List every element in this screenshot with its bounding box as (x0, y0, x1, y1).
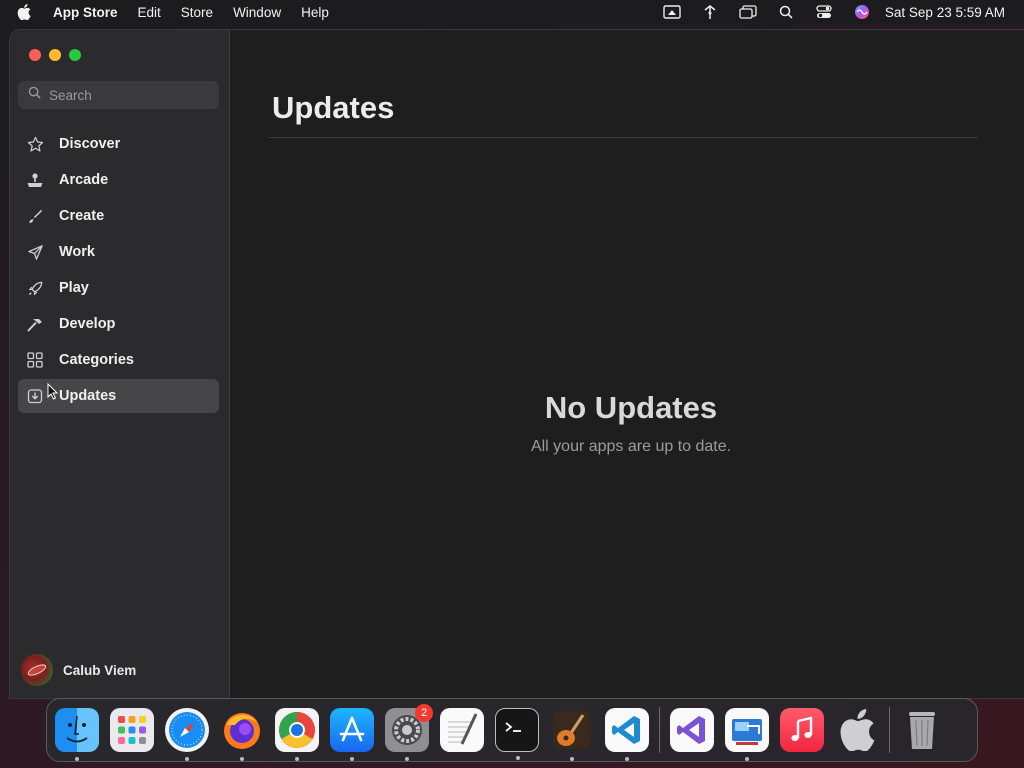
guitar-icon (553, 711, 591, 749)
hammer-icon (26, 315, 44, 333)
sidebar-item-label: Categories (59, 352, 134, 368)
close-button[interactable] (29, 49, 41, 61)
dock-textedit[interactable] (440, 708, 484, 752)
network-icon[interactable] (701, 4, 719, 20)
brush-icon (26, 207, 44, 225)
terminal-icon (505, 722, 521, 732)
dock-launchpad[interactable] (110, 708, 154, 752)
download-icon (26, 387, 44, 405)
apple-menu-icon[interactable] (17, 4, 37, 20)
sidebar-item-develop[interactable]: Develop (18, 307, 219, 341)
sidebar-item-label: Develop (59, 316, 116, 332)
visual-studio-icon (677, 716, 705, 744)
menu-help[interactable]: Help (301, 5, 329, 20)
music-icon (791, 716, 813, 741)
notification-badge: 2 (415, 704, 433, 722)
sidebar-item-arcade[interactable]: Arcade (18, 163, 219, 197)
dock-apple-support[interactable] (835, 708, 879, 752)
dock-app-store[interactable] (330, 708, 374, 761)
trash-icon (909, 712, 935, 749)
sidebar-nav: Discover Arcade Create Work Play Develop… (18, 127, 219, 415)
sidebar-item-categories[interactable]: Categories (18, 343, 219, 377)
menubar-clock[interactable]: Sat Sep 23 5:59 AM (885, 5, 1005, 20)
window-controls (29, 49, 81, 61)
spotlight-search-icon[interactable] (777, 4, 795, 20)
dock-remote-desktop[interactable] (725, 708, 769, 761)
search-input[interactable] (49, 87, 209, 103)
sidebar-item-label: Discover (59, 136, 121, 152)
status-area: Sat Sep 23 5:59 AM (643, 0, 1024, 24)
title-divider (268, 137, 978, 138)
star-icon (26, 135, 44, 153)
safari-icon (169, 712, 205, 748)
launchpad-icon (118, 716, 146, 744)
sidebar-item-label: Updates (59, 388, 117, 404)
zoom-button[interactable] (69, 49, 81, 61)
sidebar-item-play[interactable]: Play (18, 271, 219, 305)
user-name[interactable]: Calub Viem (63, 663, 136, 678)
menu-window[interactable]: Window (233, 5, 281, 20)
dock-vscode[interactable] (605, 708, 649, 761)
grid-icon (26, 351, 44, 369)
search-field[interactable] (18, 81, 219, 109)
dock-chrome[interactable] (275, 708, 319, 761)
textedit-icon (448, 713, 478, 745)
sidebar-item-work[interactable]: Work (18, 235, 219, 269)
dock-garageband[interactable] (550, 708, 594, 761)
dock-terminal[interactable] (495, 708, 539, 760)
sidebar-item-label: Play (59, 280, 89, 296)
dock-safari[interactable] (165, 708, 209, 761)
dock-music[interactable] (780, 708, 824, 752)
dock: 2 (46, 698, 978, 762)
window-icon[interactable] (739, 4, 757, 20)
dock-visual-studio[interactable] (670, 708, 714, 752)
page-title: Updates (272, 90, 395, 125)
minimize-button[interactable] (49, 49, 61, 61)
apple-logo-icon (840, 709, 875, 751)
dock-finder[interactable] (55, 708, 99, 761)
main-content: Updates No Updates All your apps are up … (230, 30, 1024, 698)
menu-store[interactable]: Store (181, 5, 213, 20)
dock-firefox[interactable] (220, 708, 264, 761)
rocket-icon (26, 279, 44, 297)
firefox-icon (224, 713, 260, 749)
user-account[interactable]: Calub Viem (21, 654, 136, 686)
mouse-cursor-icon (47, 382, 59, 405)
finder-icon (66, 715, 88, 743)
chrome-icon (279, 712, 315, 748)
dock-system-settings[interactable]: 2 (385, 704, 433, 761)
dock-separator (889, 707, 890, 753)
sidebar: Discover Arcade Create Work (10, 30, 230, 698)
menu-app-name[interactable]: App Store (53, 5, 118, 20)
sidebar-item-label: Work (59, 244, 95, 260)
menu-bar: App Store Edit Store Window Help Sat Sep… (0, 0, 1024, 24)
menu-edit[interactable]: Edit (138, 5, 161, 20)
empty-state-title: No Updates (544, 390, 718, 425)
avatar[interactable] (21, 654, 53, 686)
app-store-icon (339, 716, 365, 742)
remote-desktop-icon (732, 719, 762, 745)
search-icon (28, 86, 41, 104)
sidebar-item-discover[interactable]: Discover (18, 127, 219, 161)
joystick-icon (26, 171, 44, 189)
dock-separator (659, 707, 660, 753)
app-store-window: Discover Arcade Create Work (10, 30, 1024, 698)
sidebar-item-label: Arcade (59, 172, 109, 188)
control-center-icon[interactable] (815, 4, 833, 20)
vscode-icon (612, 716, 640, 744)
screen-mirroring-icon[interactable] (663, 4, 681, 20)
siri-icon[interactable] (853, 4, 871, 20)
sidebar-item-create[interactable]: Create (18, 199, 219, 233)
sidebar-item-label: Create (59, 208, 105, 224)
paper-plane-icon (26, 243, 44, 261)
empty-state-subtitle: All your apps are up to date. (530, 438, 732, 455)
dock-trash[interactable] (900, 708, 944, 752)
